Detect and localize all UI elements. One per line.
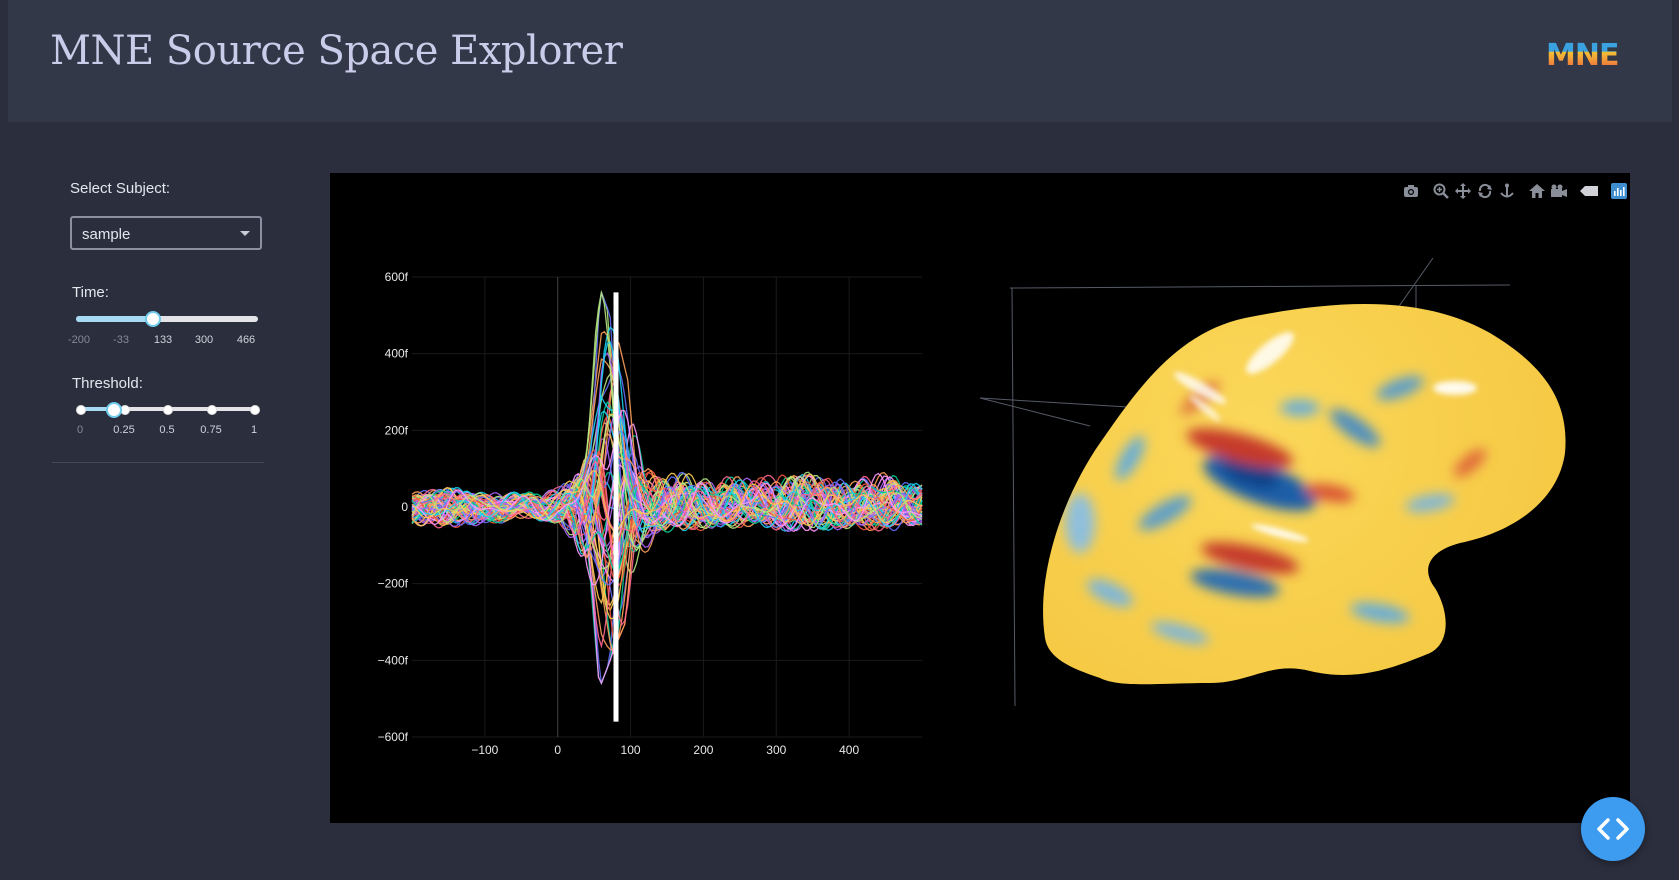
timeseries-line bbox=[411, 382, 923, 558]
app-title: MNE Source Space Explorer bbox=[50, 28, 623, 74]
subject-dropdown[interactable]: sample bbox=[70, 216, 262, 250]
subject-label: Select Subject: bbox=[70, 180, 171, 197]
y-tick-label: 400f bbox=[385, 347, 409, 361]
timeseries-line bbox=[411, 452, 923, 684]
axis-line bbox=[979, 397, 1129, 408]
subject-dropdown-value: sample bbox=[82, 226, 131, 243]
threshold-label: Threshold: bbox=[72, 375, 143, 392]
brain-surface-3d[interactable] bbox=[950, 173, 1630, 823]
time-mark: -33 bbox=[113, 334, 129, 346]
timeseries-line bbox=[411, 435, 923, 686]
threshold-tick-dot bbox=[163, 405, 173, 415]
threshold-tick-dot bbox=[76, 405, 86, 415]
x-tick-label: 300 bbox=[766, 743, 786, 757]
chevron-down-icon bbox=[240, 231, 250, 236]
time-slider-handle[interactable] bbox=[144, 311, 161, 327]
threshold-mark: 0 bbox=[76, 424, 84, 436]
app-header: MNE Source Space Explorer MNE bbox=[8, 0, 1672, 122]
y-tick-label: 200f bbox=[385, 423, 409, 437]
time-slider-track bbox=[76, 316, 153, 322]
axis-line bbox=[979, 397, 1091, 427]
timeseries-line bbox=[411, 423, 923, 685]
threshold-mark: 1 bbox=[250, 424, 258, 436]
threshold-tick-dot bbox=[207, 405, 217, 415]
brain-mesh bbox=[1043, 304, 1566, 685]
x-tick-label: 100 bbox=[621, 743, 641, 757]
axis-line bbox=[1011, 287, 1016, 707]
threshold-slider-handle[interactable] bbox=[105, 402, 122, 418]
code-toggle-button[interactable] bbox=[1581, 797, 1645, 861]
timeseries-chart[interactable]: 600f 400f 200f 0 −200f −400f −600f −100 0 100 200 3… bbox=[330, 173, 950, 823]
time-mark: -200 bbox=[67, 334, 91, 346]
threshold-mark: 0.5 bbox=[159, 424, 175, 436]
y-tick-label: −200f bbox=[378, 577, 409, 591]
mne-logo: MNE bbox=[1546, 38, 1619, 73]
y-tick-label: 0 bbox=[401, 500, 408, 514]
sidebar-divider bbox=[52, 462, 264, 463]
time-mark: 133 bbox=[153, 334, 173, 346]
y-tick-label: −400f bbox=[378, 653, 409, 667]
x-tick-label: 0 bbox=[554, 743, 561, 757]
threshold-mark: 0.25 bbox=[113, 424, 135, 436]
timeseries-line bbox=[411, 289, 923, 574]
axis-line bbox=[1009, 284, 1511, 289]
x-tick-label: −100 bbox=[471, 743, 498, 757]
time-mark: 300 bbox=[194, 334, 214, 346]
y-tick-label: 600f bbox=[385, 270, 409, 284]
plot-container[interactable]: 600f 400f 200f 0 −200f −400f −600f −100 0 100 200 3… bbox=[330, 173, 1630, 823]
time-mark: 466 bbox=[236, 334, 256, 346]
threshold-mark: 0.75 bbox=[200, 424, 222, 436]
x-tick-label: 200 bbox=[693, 743, 713, 757]
threshold-tick-dot bbox=[250, 405, 260, 415]
code-icon bbox=[1597, 818, 1629, 840]
y-tick-label: −600f bbox=[378, 730, 409, 744]
time-label: Time: bbox=[72, 284, 109, 301]
x-tick-label: 400 bbox=[839, 743, 859, 757]
